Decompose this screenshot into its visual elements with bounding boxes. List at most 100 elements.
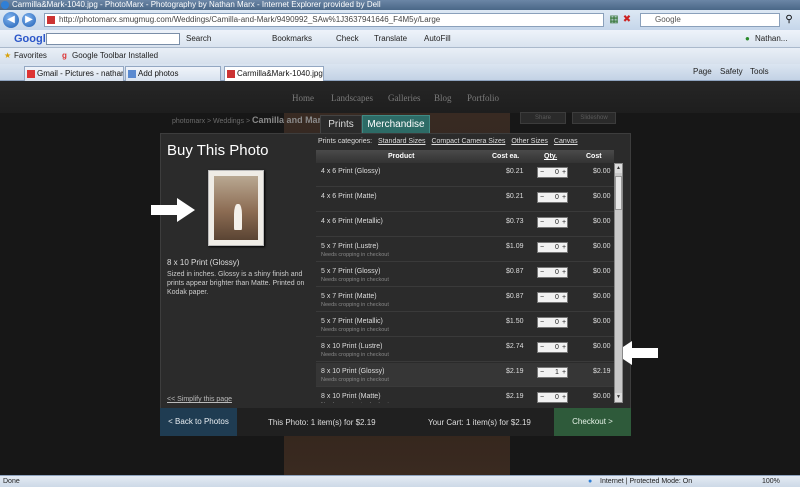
- nav-home[interactable]: Home: [292, 93, 314, 103]
- zoom-level[interactable]: 100%: [762, 476, 780, 487]
- quantity-stepper[interactable]: − 0 +: [537, 292, 568, 303]
- share-button[interactable]: Share: [520, 112, 566, 124]
- product-name: 8 x 10 Print (Lustre): [321, 343, 383, 350]
- google-search-button[interactable]: Search: [186, 30, 211, 48]
- breadcrumb: photomarx > Weddings > Camilla and Mark: [172, 115, 326, 125]
- scroll-up-icon[interactable]: ▲: [615, 164, 622, 173]
- table-scrollbar[interactable]: ▲ ▼: [614, 163, 623, 403]
- scroll-thumb[interactable]: [615, 176, 622, 210]
- breadcrumb-path[interactable]: photomarx > Weddings >: [172, 118, 250, 125]
- category-canvas[interactable]: Canvas: [554, 138, 578, 145]
- decrement-button[interactable]: −: [540, 393, 544, 402]
- decrement-button[interactable]: −: [540, 343, 544, 352]
- product-note: Needs cropping in checkout: [321, 302, 389, 308]
- tab-merchandise[interactable]: Merchandise: [362, 115, 430, 133]
- decrement-button[interactable]: −: [540, 268, 544, 277]
- quantity-stepper[interactable]: − 0 +: [537, 167, 568, 178]
- quantity-value[interactable]: 0: [555, 193, 559, 202]
- arrow-right-annotation-icon: [151, 198, 195, 222]
- page-menu[interactable]: Page: [693, 64, 712, 80]
- tab-current-photo[interactable]: Carmilla&Mark-1040.jpg -...: [224, 66, 324, 82]
- search-icon[interactable]: ⚲: [783, 14, 795, 26]
- category-compact-camera-sizes[interactable]: Compact Camera Sizes: [431, 138, 505, 145]
- quantity-stepper[interactable]: − 0 +: [537, 242, 568, 253]
- line-total: $0.00: [593, 293, 611, 300]
- slideshow-button[interactable]: Slideshow: [572, 112, 616, 124]
- address-bar[interactable]: http://photomarx.smugmug.com/Weddings/Ca…: [44, 13, 604, 27]
- increment-button[interactable]: +: [562, 368, 566, 377]
- decrement-button[interactable]: −: [540, 293, 544, 302]
- increment-button[interactable]: +: [562, 318, 566, 327]
- search-box[interactable]: Google: [640, 13, 780, 27]
- bride-figure: [234, 204, 242, 230]
- line-total: $0.00: [593, 193, 611, 200]
- tools-menu[interactable]: Tools: [750, 64, 769, 80]
- col-cost: Cost: [586, 153, 602, 160]
- quantity-value[interactable]: 0: [555, 243, 559, 252]
- decrement-button[interactable]: −: [540, 193, 544, 202]
- quantity-value[interactable]: 0: [555, 393, 559, 402]
- quantity-value[interactable]: 0: [555, 168, 559, 177]
- increment-button[interactable]: +: [562, 343, 566, 352]
- category-standard-sizes[interactable]: Standard Sizes: [378, 138, 425, 145]
- favorite-google-toolbar[interactable]: Google Toolbar Installed: [72, 48, 158, 64]
- increment-button[interactable]: +: [562, 193, 566, 202]
- quantity-stepper[interactable]: − 0 +: [537, 317, 568, 328]
- google-search-input[interactable]: [46, 33, 180, 45]
- quantity-stepper[interactable]: − 0 +: [537, 392, 568, 403]
- quantity-stepper[interactable]: − 1 +: [537, 367, 568, 378]
- decrement-button[interactable]: −: [540, 318, 544, 327]
- decrement-button[interactable]: −: [540, 368, 544, 377]
- quantity-stepper[interactable]: − 0 +: [537, 192, 568, 203]
- quantity-value[interactable]: 0: [555, 318, 559, 327]
- product-name: 4 x 6 Print (Metallic): [321, 218, 383, 225]
- quantity-value[interactable]: 0: [555, 218, 559, 227]
- quantity-value[interactable]: 0: [555, 343, 559, 352]
- simplify-page-link[interactable]: << Simplify this page: [167, 396, 232, 403]
- favorites-button[interactable]: Favorites: [14, 48, 47, 64]
- favorites-star-icon: ★: [4, 51, 12, 60]
- check-button[interactable]: Check: [336, 30, 359, 48]
- increment-button[interactable]: +: [562, 168, 566, 177]
- tab-gmail[interactable]: Gmail - Pictures - nathanmar...: [24, 66, 124, 81]
- product-name: 8 x 10 Print (Glossy): [321, 368, 385, 375]
- forward-arrow-icon[interactable]: ▶: [22, 13, 36, 27]
- nav-landscapes[interactable]: Landscapes: [331, 93, 373, 103]
- nav-blog[interactable]: Blog: [434, 93, 452, 103]
- stop-icon[interactable]: ✖: [621, 14, 633, 26]
- increment-button[interactable]: +: [562, 218, 566, 227]
- back-arrow-icon[interactable]: ◀: [3, 12, 19, 28]
- decrement-button[interactable]: −: [540, 168, 544, 177]
- user-account[interactable]: Nathan...: [755, 30, 787, 48]
- category-other-sizes[interactable]: Other Sizes: [511, 138, 548, 145]
- quantity-stepper[interactable]: − 0 +: [537, 342, 568, 353]
- quantity-value[interactable]: 1: [555, 368, 559, 377]
- scroll-down-icon[interactable]: ▼: [615, 393, 622, 402]
- quantity-stepper[interactable]: − 0 +: [537, 217, 568, 228]
- autofill-button[interactable]: AutoFill: [424, 30, 451, 48]
- quantity-value[interactable]: 0: [555, 293, 559, 302]
- product-note: Needs cropping in checkout: [321, 277, 389, 283]
- compat-view-icon[interactable]: ▦: [608, 14, 620, 26]
- decrement-button[interactable]: −: [540, 218, 544, 227]
- nav-galleries[interactable]: Galleries: [388, 93, 420, 103]
- safety-menu[interactable]: Safety: [720, 64, 743, 80]
- increment-button[interactable]: +: [562, 293, 566, 302]
- tab-add-photos[interactable]: Add photos: [125, 66, 221, 81]
- decrement-button[interactable]: −: [540, 243, 544, 252]
- bookmarks-button[interactable]: Bookmarks: [272, 30, 312, 48]
- back-to-photos-button[interactable]: < Back to Photos: [160, 408, 237, 436]
- quantity-stepper[interactable]: − 0 +: [537, 267, 568, 278]
- increment-button[interactable]: +: [562, 268, 566, 277]
- nav-portfolio[interactable]: Portfolio: [467, 93, 499, 103]
- checkout-button[interactable]: Checkout >: [554, 408, 631, 436]
- increment-button[interactable]: +: [562, 393, 566, 402]
- increment-button[interactable]: +: [562, 243, 566, 252]
- table-row: 5 x 7 Print (Matte) Needs cropping in che…: [316, 288, 614, 312]
- tab-prints[interactable]: Prints: [320, 115, 362, 133]
- product-note: Needs cropping in checkout: [321, 327, 389, 333]
- favorites-bar: ★ Favorites g Google Toolbar Installed: [0, 48, 800, 64]
- quantity-value[interactable]: 0: [555, 268, 559, 277]
- security-zone: Internet | Protected Mode: On: [600, 478, 693, 485]
- translate-button[interactable]: Translate: [374, 30, 407, 48]
